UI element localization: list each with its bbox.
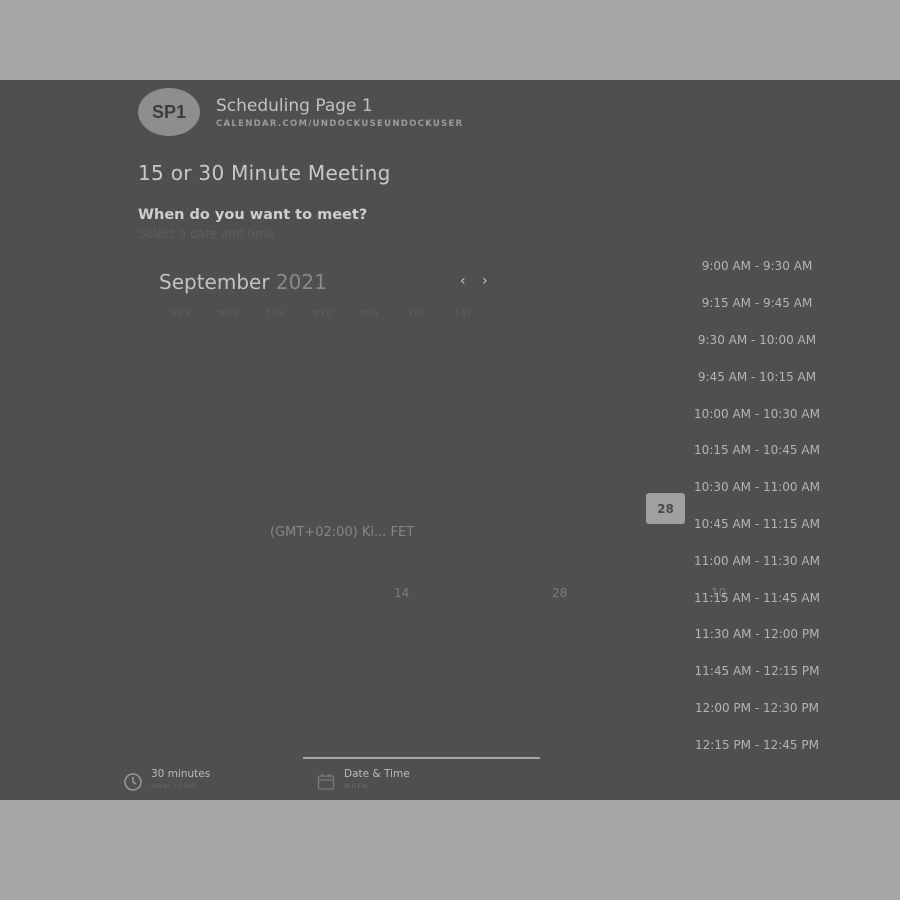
weekday-label: SUN bbox=[171, 309, 192, 318]
calendar-icon bbox=[316, 772, 336, 796]
selected-calendar-day[interactable]: 28 bbox=[646, 493, 685, 524]
scheduling-page-url[interactable]: CALENDAR.COM/UNDOCKUSEUNDOCKUSER bbox=[216, 119, 464, 129]
chevron-right-icon[interactable]: › bbox=[482, 273, 488, 289]
scheduling-panel: SP1 Scheduling Page 1 CALENDAR.COM/UNDOC… bbox=[0, 80, 900, 800]
time-slot[interactable]: 12:00 PM - 12:30 PM bbox=[676, 690, 838, 727]
step-progress-indicator bbox=[303, 757, 540, 759]
clock-icon bbox=[123, 772, 143, 796]
time-slot[interactable]: 9:30 AM - 10:00 AM bbox=[676, 322, 838, 359]
meeting-subtitle: Select a date and time bbox=[138, 227, 275, 241]
chevron-left-icon[interactable]: ‹ bbox=[460, 273, 466, 289]
time-slot[interactable]: 11:00 AM - 11:30 AM bbox=[676, 542, 838, 579]
timezone-selector[interactable]: (GMT+02:00) Ki... FET bbox=[270, 525, 414, 540]
weekday-header: SUN MON TUE WED THU FRI SAT bbox=[158, 309, 488, 318]
calendar-month-label: September 2021 bbox=[159, 270, 327, 294]
weekday-label: SAT bbox=[454, 309, 473, 318]
time-slot[interactable]: 10:30 AM - 11:00 AM bbox=[676, 469, 838, 506]
time-slot[interactable]: 10:15 AM - 10:45 AM bbox=[676, 432, 838, 469]
weekday-label: WED bbox=[311, 309, 334, 318]
scheduling-page-name: Scheduling Page 1 bbox=[216, 96, 373, 116]
time-slot[interactable]: 10:00 AM - 10:30 AM bbox=[676, 395, 838, 432]
time-slot-list: 9:00 AM - 9:30 AM 9:15 AM - 9:45 AM 9:30… bbox=[676, 248, 838, 763]
weekday-label: FRI bbox=[408, 309, 425, 318]
time-slot[interactable]: 11:30 AM - 12:00 PM bbox=[676, 616, 838, 653]
step-label: Date & Time bbox=[344, 768, 410, 780]
weekday-label: TUE bbox=[266, 309, 285, 318]
meeting-question: When do you want to meet? bbox=[138, 207, 368, 223]
step-label: 30 minutes bbox=[151, 768, 211, 780]
time-slot[interactable]: 11:45 AM - 12:15 PM bbox=[676, 653, 838, 690]
calendar-day[interactable]: 28 bbox=[552, 586, 567, 600]
time-slot[interactable]: 12:15 PM - 12:45 PM bbox=[676, 726, 838, 763]
calendar-day[interactable]: 14 bbox=[394, 586, 409, 600]
weekday-label: THU bbox=[359, 309, 380, 318]
step-date-time[interactable]: Date & Time WHEN bbox=[317, 768, 410, 790]
calendar-year: 2021 bbox=[275, 270, 327, 294]
avatar: SP1 bbox=[138, 88, 200, 136]
step-sublabel: WHEN bbox=[344, 782, 369, 790]
time-slot[interactable]: 10:45 AM - 11:15 AM bbox=[676, 506, 838, 543]
time-slot[interactable]: 9:00 AM - 9:30 AM bbox=[676, 248, 838, 285]
time-slot[interactable]: 9:45 AM - 10:15 AM bbox=[676, 358, 838, 395]
meeting-title: 15 or 30 Minute Meeting bbox=[138, 161, 391, 185]
calendar-month: September bbox=[159, 270, 270, 294]
step-how-long[interactable]: 30 minutes HOW LONG bbox=[124, 768, 211, 791]
weekday-label: MON bbox=[217, 309, 240, 318]
time-slot[interactable]: 9:15 AM - 9:45 AM bbox=[676, 285, 838, 322]
time-slot[interactable]: 11:15 AM - 11:45 AM bbox=[676, 579, 838, 616]
step-sublabel: HOW LONG bbox=[151, 782, 196, 790]
